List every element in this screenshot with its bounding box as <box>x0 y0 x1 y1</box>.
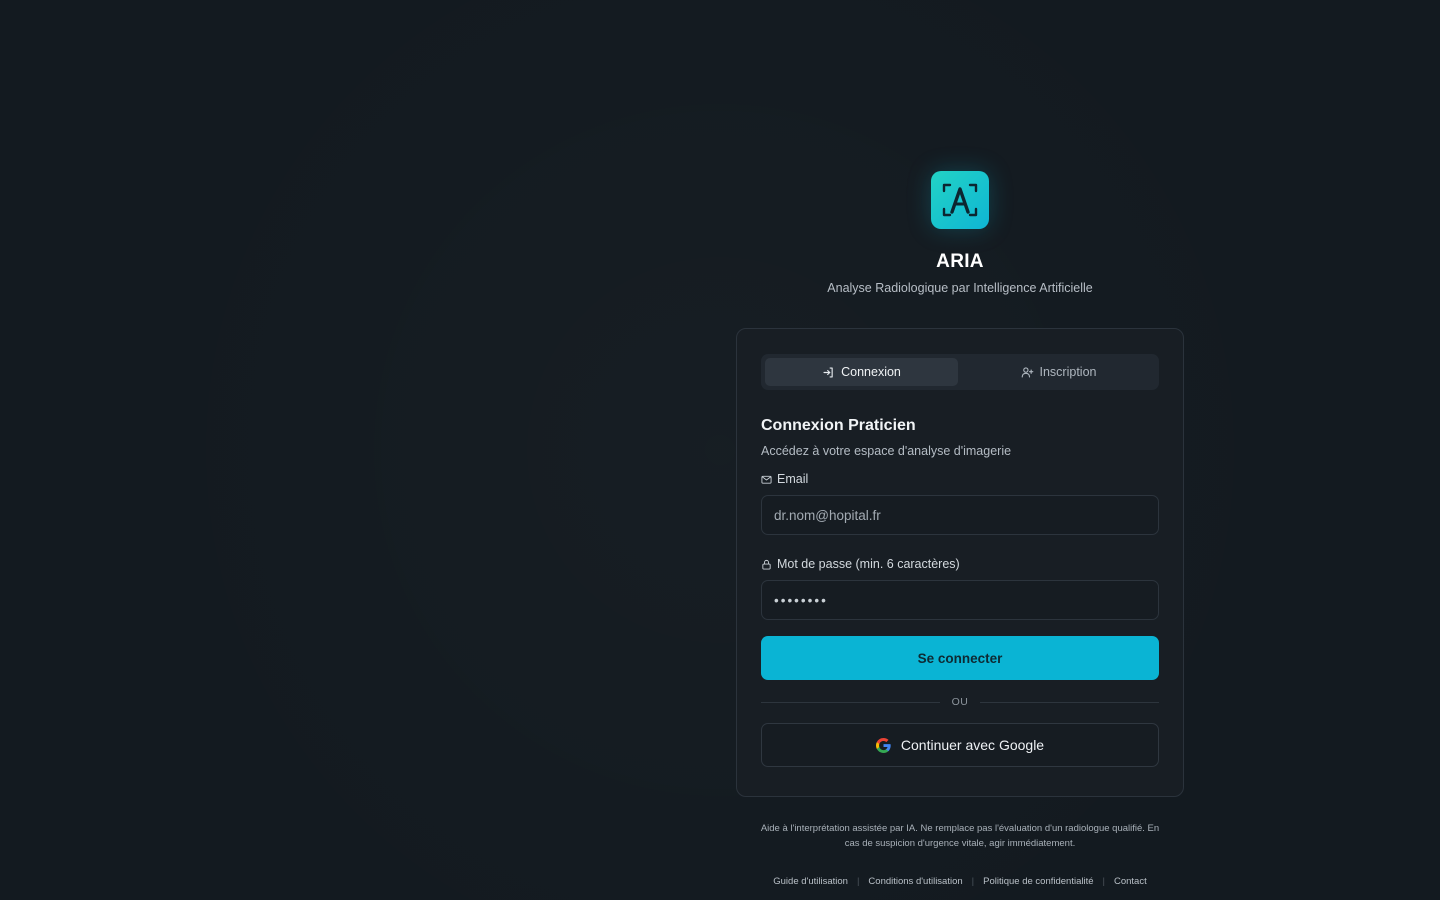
password-label-text: Mot de passe (min. 6 caractères) <box>777 557 960 571</box>
google-button-label: Continuer avec Google <box>900 737 1045 753</box>
app-name: ARIA <box>936 251 984 272</box>
brand-header: ARIA Analyse Radiologique par Intelligen… <box>736 171 1184 295</box>
aria-logo-icon <box>931 171 989 229</box>
google-signin-button[interactable]: Continuer avec Google <box>761 723 1159 767</box>
google-icon <box>875 737 891 753</box>
divider-line-right <box>980 701 1159 703</box>
email-label-text: Email <box>777 472 809 486</box>
email-field[interactable] <box>761 495 1159 535</box>
form-subtitle: Accédez à votre espace d'analyse d'image… <box>761 444 1012 458</box>
password-label: Mot de passe (min. 6 caractères) <box>761 557 1159 571</box>
login-page: ARIA Analyse Radiologique par Intelligen… <box>0 0 1440 900</box>
login-button[interactable]: Se connecter <box>761 636 1159 680</box>
mail-icon <box>761 475 772 484</box>
footer-link-privacy[interactable]: Politique de confidentialité <box>983 876 1093 887</box>
footer-link-guide[interactable]: Guide d'utilisation <box>773 876 848 887</box>
divider-text: OU <box>951 696 969 708</box>
tab-connexion-label: Connexion <box>841 365 901 379</box>
footer-link-terms[interactable]: Conditions d'utilisation <box>868 876 962 887</box>
or-divider: OU <box>761 696 1159 708</box>
lock-icon <box>762 559 771 570</box>
password-field[interactable] <box>761 580 1159 620</box>
footer-separator: | <box>1102 876 1105 887</box>
login-icon <box>823 366 833 378</box>
tab-connexion[interactable]: Connexion <box>765 358 958 386</box>
footer-separator: | <box>971 876 975 887</box>
app-tagline: Analyse Radiologique par Intelligence Ar… <box>827 281 1093 295</box>
tab-inscription[interactable]: Inscription <box>962 358 1155 386</box>
form-title: Connexion Praticien <box>761 417 916 434</box>
divider-line-left <box>761 701 940 703</box>
auth-tabs: Connexion Inscription <box>761 354 1159 390</box>
email-label: Email <box>761 472 1159 486</box>
footer-link-contact[interactable]: Contact <box>1114 876 1147 887</box>
tab-inscription-label: Inscription <box>1039 365 1097 379</box>
footer-links: Guide d'utilisation | Conditions d'utili… <box>736 876 1184 887</box>
user-plus-icon <box>1021 366 1033 378</box>
login-card: Connexion Inscription Connexion Praticie… <box>736 328 1184 797</box>
footer-separator: | <box>856 876 860 887</box>
medical-disclaimer: Aide à l'interprétation assistée par IA.… <box>760 823 1160 849</box>
